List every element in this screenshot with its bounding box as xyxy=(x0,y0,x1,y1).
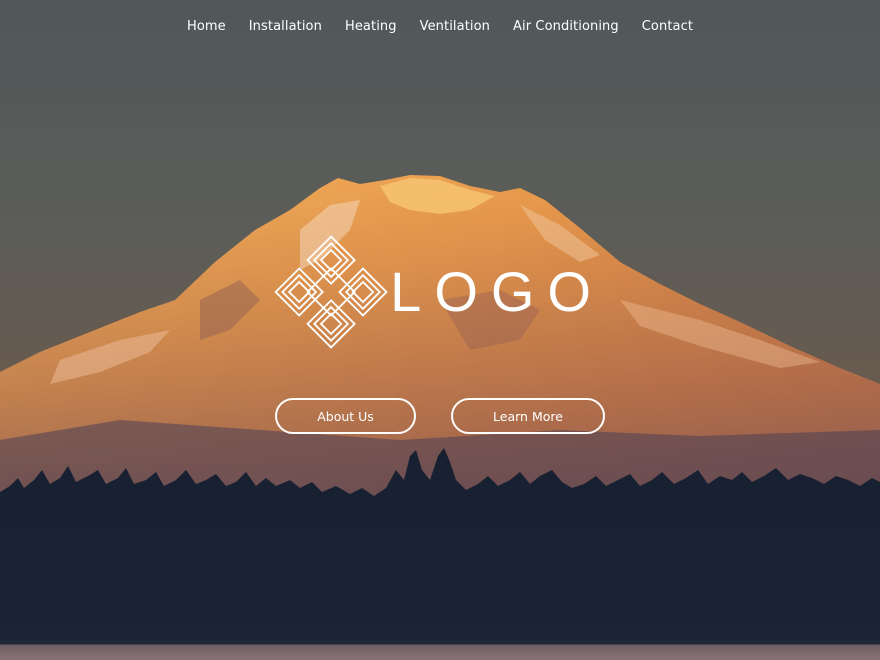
hero-section: Home Installation Heating Ventilation Ai… xyxy=(0,0,880,660)
logo-text: LOGO xyxy=(390,260,604,323)
interlocking-diamonds-icon xyxy=(274,235,388,349)
main-nav: Home Installation Heating Ventilation Ai… xyxy=(0,0,880,52)
about-us-button[interactable]: About Us xyxy=(275,398,416,434)
nav-item-air-conditioning[interactable]: Air Conditioning xyxy=(502,19,631,34)
site-logo[interactable]: LOGO xyxy=(274,224,604,360)
nav-item-installation[interactable]: Installation xyxy=(237,19,333,34)
learn-more-button[interactable]: Learn More xyxy=(451,398,605,434)
nav-item-home[interactable]: Home xyxy=(175,19,237,34)
nav-item-contact[interactable]: Contact xyxy=(630,19,704,34)
nav-item-heating[interactable]: Heating xyxy=(333,19,408,34)
nav-item-ventilation[interactable]: Ventilation xyxy=(408,19,501,34)
